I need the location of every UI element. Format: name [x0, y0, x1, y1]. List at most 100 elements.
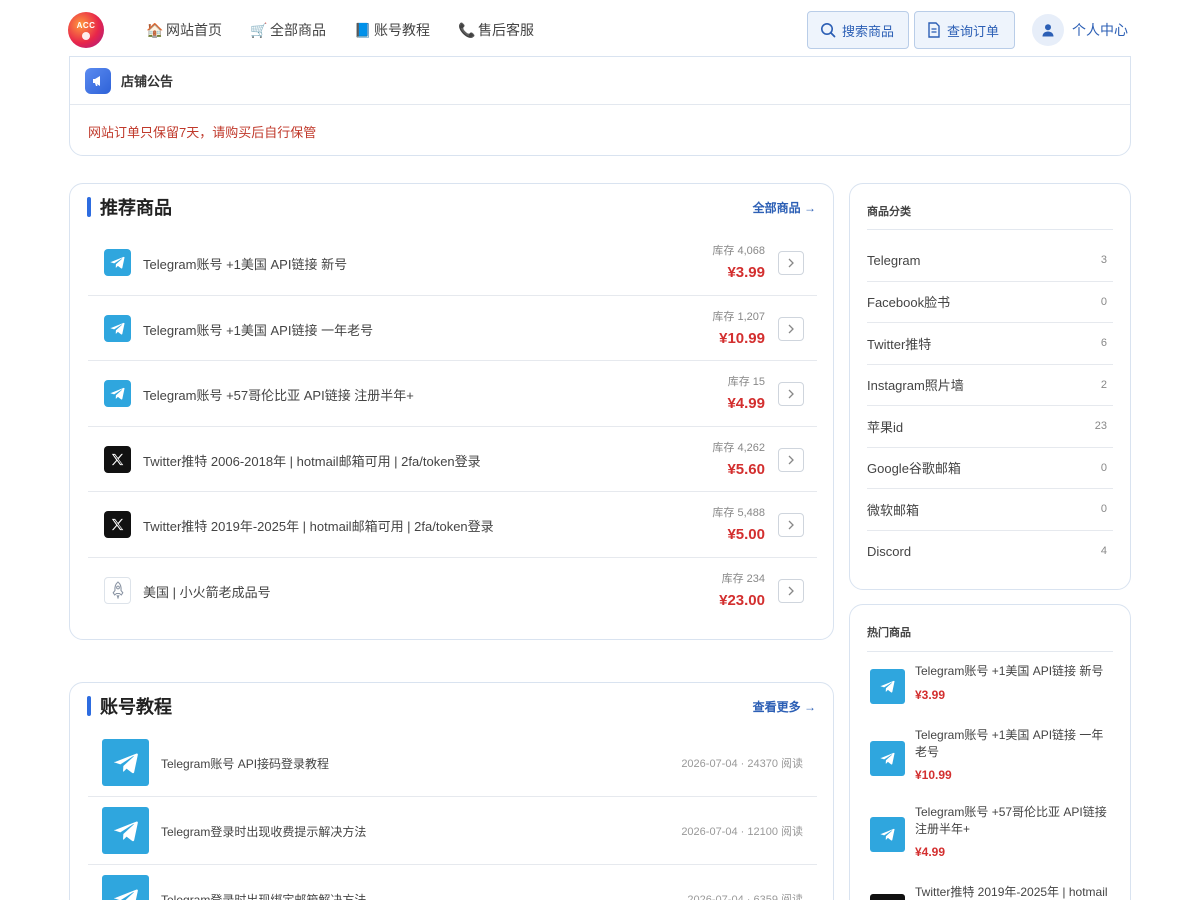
product-stock: 库存 4,068	[712, 245, 765, 257]
categories-panel: 商品分类 Telegram 3 Facebook脸书 0 Twitter推特 6 Insta…	[849, 183, 1131, 590]
nav-support[interactable]: 📞 售后客服	[458, 20, 534, 40]
user-center[interactable]: 个人中心	[1032, 14, 1128, 46]
category-count: 6	[1100, 337, 1107, 350]
query-order-button[interactable]: 查询订单	[914, 11, 1015, 49]
category-item[interactable]: Instagram照片墙 2	[867, 365, 1113, 406]
main-nav: 🏠 网站首页 🛒 全部商品 📘 账号教程 📞 售后客服	[146, 20, 534, 40]
product-open-button[interactable]	[778, 316, 804, 341]
search-products-button[interactable]: 搜索商品	[807, 11, 909, 49]
section-title: 推荐商品	[87, 194, 172, 220]
telegram-icon	[102, 807, 149, 854]
tutorials-panel: 账号教程 查看更多 → Telegram账号 API接码登录教程 2026-07-…	[69, 682, 834, 900]
categories-title: 商品分类	[867, 206, 911, 218]
tutorial-row[interactable]: Telegram账号 API接码登录教程 2026-07-04 · 24370 阅…	[88, 729, 817, 797]
all-products-link[interactable]: 全部商品 →	[753, 199, 816, 216]
category-name: Facebook脸书	[867, 295, 951, 311]
product-name: Twitter推特 2006-2018年 | hotmail邮箱可用 | 2fa…	[143, 453, 481, 469]
category-item[interactable]: Facebook脸书 0	[867, 282, 1113, 323]
telegram-icon	[104, 314, 131, 342]
hot-product-item[interactable]: Twitter推特 2019年-2025年 | hotmail	[867, 876, 1113, 900]
product-open-button[interactable]	[778, 382, 804, 406]
nav-label: 网站首页	[166, 22, 222, 38]
x-icon	[104, 511, 131, 538]
recommended-products-panel: 推荐商品 全部商品 → Telegram账号 +1美国 API链接 新号 库存 4…	[69, 183, 834, 640]
product-open-button[interactable]	[778, 447, 804, 472]
section-header: 推荐商品 全部商品 →	[87, 194, 816, 220]
chevron-right-icon	[788, 389, 794, 399]
hot-title: 热门商品	[867, 627, 911, 639]
category-name: Discord	[867, 543, 912, 559]
tutorial-row[interactable]: Telegram登录时出现绑定邮箱解决方法 2026-07-04 · 6359 阅…	[88, 865, 817, 900]
tutorial-meta: 2026-07-04 · 12100 阅读	[681, 826, 803, 838]
category-item[interactable]: Twitter推特 6	[867, 323, 1113, 365]
user-avatar-icon	[1032, 14, 1064, 46]
title-accent-bar	[87, 197, 91, 217]
product-stock: 库存 1,207	[712, 310, 765, 323]
product-price: ¥5.60	[727, 460, 765, 478]
more-tutorials-link[interactable]: 查看更多 →	[753, 698, 816, 715]
nav-tutorials[interactable]: 📘 账号教程	[354, 20, 430, 40]
chevron-right-icon	[788, 520, 794, 530]
hot-product-item[interactable]: Telegram账号 +1美国 API链接 新号 ¥3.99	[867, 661, 1113, 717]
product-open-button[interactable]	[778, 251, 804, 275]
hot-product-name: Telegram账号 +1美国 API链接 新号	[915, 664, 1104, 678]
category-item[interactable]: Google谷歌邮箱 0	[867, 448, 1113, 489]
product-row[interactable]: Telegram账号 +1美国 API链接 新号 库存 4,068 ¥3.99	[88, 230, 817, 296]
tutorial-title: Telegram登录时出现绑定邮箱解决方法	[161, 893, 367, 900]
search-icon	[821, 23, 836, 38]
hot-product-name: Telegram账号 +1美国 API链接 一年老号	[915, 728, 1104, 759]
x-icon	[104, 445, 131, 473]
product-row[interactable]: Telegram账号 +1美国 API链接 一年老号 库存 1,207 ¥10.99	[88, 296, 817, 361]
section-header: 账号教程 查看更多 →	[87, 693, 816, 719]
section-title: 账号教程	[87, 693, 172, 719]
category-count: 0	[1100, 295, 1107, 308]
nav-all-products[interactable]: 🛒 全部商品	[250, 20, 326, 40]
product-row[interactable]: Telegram账号 +57哥伦比亚 API链接 注册半年+ 库存 15 ¥4.99	[88, 361, 817, 427]
product-open-button[interactable]	[778, 578, 804, 603]
document-icon	[928, 22, 940, 38]
product-list: Telegram账号 +1美国 API链接 新号 库存 4,068 ¥3.99 Tel…	[88, 230, 817, 623]
category-item[interactable]: Discord 4	[867, 531, 1113, 573]
notice-header: 店铺公告	[70, 57, 1130, 105]
nav-home[interactable]: 🏠 网站首页	[146, 20, 222, 40]
product-stock: 库存 5,488	[712, 507, 765, 519]
category-name: 苹果id	[867, 419, 904, 435]
product-row[interactable]: Twitter推特 2019年-2025年 | hotmail邮箱可用 | 2f…	[88, 492, 817, 558]
category-name: Google谷歌邮箱	[867, 461, 961, 477]
tutorial-title: Telegram账号 API接码登录教程	[161, 757, 330, 771]
product-name: 美国 | 小火箭老成品号	[143, 584, 271, 600]
category-count: 4	[1100, 545, 1107, 558]
nav-label: 账号教程	[374, 22, 430, 38]
category-name: Instagram照片墙	[867, 378, 964, 394]
category-item[interactable]: 苹果id 23	[867, 406, 1113, 448]
product-price: ¥10.99	[719, 329, 765, 347]
telegram-icon	[870, 817, 905, 852]
tutorial-meta: 2026-07-04 · 6359 阅读	[687, 894, 803, 900]
chevron-right-icon	[788, 324, 794, 333]
query-order-label: 查询订单	[947, 23, 1000, 39]
telegram-icon	[104, 380, 131, 407]
telegram-icon	[870, 669, 905, 704]
product-name: Telegram账号 +1美国 API链接 新号	[143, 257, 348, 272]
product-name: Twitter推特 2019年-2025年 | hotmail邮箱可用 | 2f…	[143, 519, 494, 534]
logo-text: ACC	[76, 21, 96, 30]
category-count: 3	[1100, 254, 1107, 267]
site-logo[interactable]: ACC	[68, 12, 104, 48]
product-open-button[interactable]	[778, 513, 804, 537]
product-row[interactable]: 美国 | 小火箭老成品号 库存 234 ¥23.00	[88, 558, 817, 624]
notice-title: 店铺公告	[121, 74, 174, 89]
hot-product-price: ¥3.99	[915, 688, 946, 702]
hot-product-item[interactable]: Telegram账号 +57哥伦比亚 API链接 注册半年+ ¥4.99	[867, 798, 1113, 873]
product-price: ¥5.00	[727, 526, 765, 543]
hot-product-price: ¥10.99	[915, 768, 952, 782]
telegram-icon	[102, 875, 149, 900]
rocket-icon	[104, 576, 131, 604]
product-price: ¥3.99	[727, 264, 765, 281]
category-item[interactable]: Telegram 3	[867, 240, 1113, 282]
hot-product-name: Twitter推特 2019年-2025年 | hotmail	[915, 885, 1108, 899]
category-item[interactable]: 微软邮箱 0	[867, 489, 1113, 531]
product-price: ¥4.99	[727, 395, 765, 412]
product-row[interactable]: Twitter推特 2006-2018年 | hotmail邮箱可用 | 2fa…	[88, 427, 817, 492]
hot-product-item[interactable]: Telegram账号 +1美国 API链接 一年老号 ¥10.99	[867, 720, 1113, 795]
tutorial-row[interactable]: Telegram登录时出现收费提示解决方法 2026-07-04 · 12100 …	[88, 797, 817, 865]
